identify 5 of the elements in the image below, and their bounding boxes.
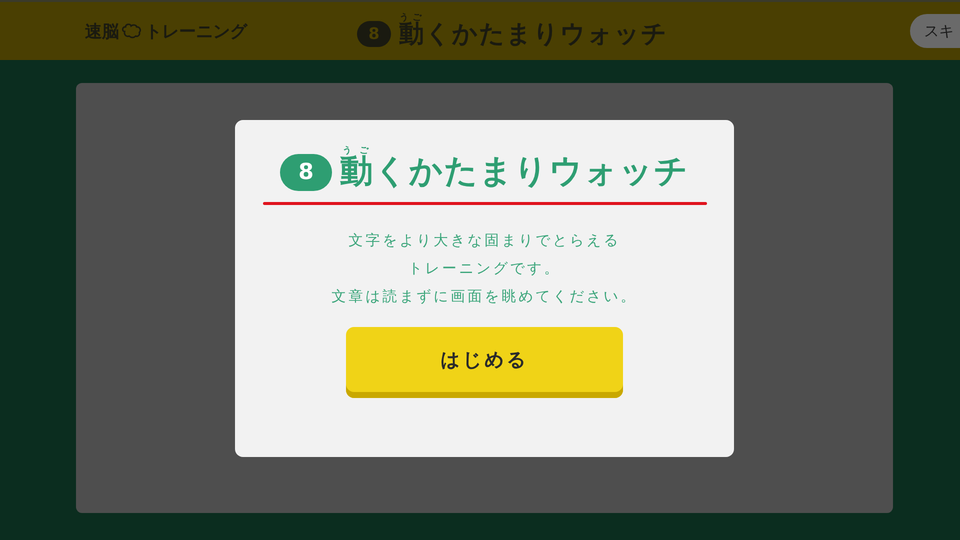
description-text: 文字をより大きな固まりでとらえる [348, 232, 620, 251]
start-button[interactable]: はじめる [346, 327, 623, 398]
number-badge: 8 [280, 154, 332, 191]
description-text: 文章は読まずに画面を眺めてください。 [332, 288, 638, 307]
description-text: トレーニングです。 [408, 260, 561, 279]
